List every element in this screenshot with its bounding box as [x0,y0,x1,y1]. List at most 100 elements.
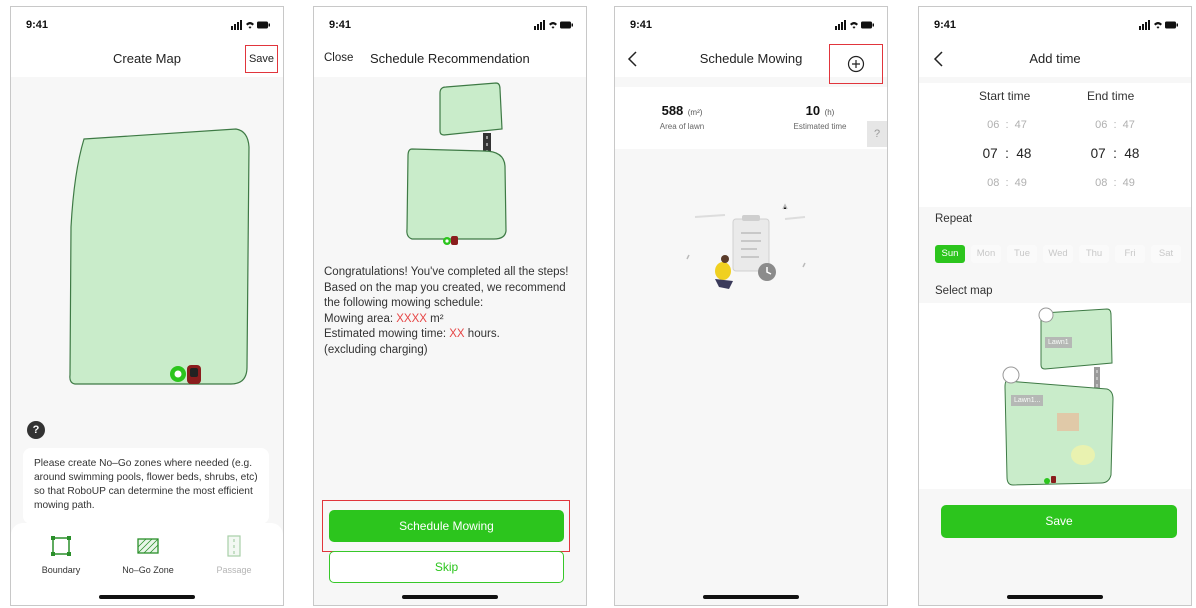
lawn-boundary [69,128,250,385]
tool-no-go-zone[interactable]: No–Go Zone [108,535,188,575]
lawn-map-canvas[interactable] [11,77,284,397]
start-time-label: Start time [979,89,1031,103]
status-time: 9:41 [329,19,352,31]
time-separator: : [1005,146,1009,161]
signal-wifi-battery-icon [835,20,874,30]
start-minute-selected: 48 [1016,146,1032,161]
day-sun[interactable]: Sun [935,245,965,263]
mowing-area-value: XXXX [396,312,427,325]
area-label: Area of lawn [659,122,705,131]
status-time: 9:41 [26,19,49,31]
lawn1-select-icon [1038,307,1054,323]
save-button[interactable]: Save [245,45,278,73]
time-separator: : [1113,119,1117,131]
empty-schedule-illustration [686,203,806,289]
tool-boundary-label: Boundary [41,565,81,575]
home-indicator [99,595,195,599]
status-bar: 9:41 [919,7,1191,41]
selectable-map[interactable] [979,303,1129,489]
tool-passage[interactable]: Passage [194,535,274,575]
stat-time: 10 (h) Estimated time [765,102,875,131]
hint-text: Please create No–Go zones where needed (… [34,458,258,511]
mowing-time-value: XX [449,328,465,340]
map-selector[interactable]: Lawn1 Lawn1... [919,303,1191,489]
mowing-area-label: Mowing area: [324,312,397,325]
map-tool-bar: Boundary No–Go Zone Passage [11,523,283,605]
area-unit: (m²) [687,108,703,117]
end-hour-selected: 07 [1090,146,1106,161]
end-minute-selected: 48 [1124,146,1140,161]
status-bar: 9:41 [11,7,283,41]
mowing-time-label: Estimated mowing time: [324,328,450,340]
time-separator: : [1113,146,1117,161]
status-time: 9:41 [934,19,957,31]
start-hour-next: 08 [987,177,1000,189]
start-minute-next: 49 [1014,177,1027,189]
page-title: Create Map [113,51,181,66]
lawn-label-2: Lawn1... [1011,395,1044,406]
day-sat[interactable]: Sat [1151,245,1181,263]
end-hour-next: 08 [1095,177,1108,189]
time-separator: : [1005,177,1009,189]
robot-location-pin-icon [443,237,451,245]
time-unit: (h) [824,108,835,117]
nav-bar: Schedule Mowing [615,41,887,84]
tool-boundary[interactable]: Boundary [21,535,101,575]
tool-no-go-zone-label: No–Go Zone [122,565,174,575]
end-time-label: End time [1087,89,1135,103]
lawn-label-1: Lawn1 [1045,337,1072,348]
signal-wifi-battery-icon [1139,20,1178,30]
end-row-prev[interactable]: 06 : 47 [1075,119,1155,131]
recommendation-text: Congratulations! You've completed all th… [324,265,578,358]
passage-icon [227,535,241,557]
end-row-selected[interactable]: 07 : 48 [1075,146,1155,161]
mowing-area-unit: m² [426,312,444,325]
end-hour-prev: 06 [1095,119,1108,131]
day-thu[interactable]: Thu [1079,245,1109,263]
boundary-icon [51,536,71,556]
nav-bar: Create Map Save [11,41,283,77]
no-go-zone-hint: Please create No–Go zones where needed (… [23,448,269,524]
home-indicator [703,595,799,599]
schedule-mowing-button[interactable]: Schedule Mowing [329,510,564,542]
end-row-next[interactable]: 08 : 49 [1075,177,1155,189]
help-tab[interactable]: ? [867,121,887,147]
start-hour-selected: 07 [982,146,998,161]
recommended-map [406,82,507,245]
start-hour-prev: 06 [987,119,1000,131]
time-separator: : [1113,177,1117,189]
tool-passage-label: Passage [216,565,252,575]
status-bar: 9:41 [314,7,586,41]
charging-note: (excluding charging) [324,343,428,356]
phone-create-map: 9:41 Create Map Save ? Please create No–… [10,6,284,606]
time-picker[interactable]: Start time End time 06 : 47 07 : 48 08 :… [919,83,1191,207]
page-title: Schedule Recommendation [370,51,530,66]
lawn2-select-icon [1002,366,1020,384]
help-icon[interactable]: ? [27,421,45,439]
start-row-selected[interactable]: 07 : 48 [967,146,1047,161]
day-fri[interactable]: Fri [1115,245,1145,263]
start-row-next[interactable]: 08 : 49 [967,177,1047,189]
add-schedule-button[interactable] [829,44,883,84]
select-map-label: Select map [935,285,993,297]
add-circle-icon [847,55,865,73]
day-wed[interactable]: Wed [1043,245,1073,263]
page-title: Add time [1029,51,1081,66]
nav-bar: Add time [919,41,1191,77]
day-tue[interactable]: Tue [1007,245,1037,263]
robot-location-pin-icon [170,366,186,382]
day-mon[interactable]: Mon [971,245,1001,263]
mowing-time-unit: hours. [464,328,500,340]
phone-add-time: 9:41 Add time Start time End time 06 : 4… [918,6,1192,606]
start-row-prev[interactable]: 06 : 47 [967,119,1047,131]
close-button[interactable]: Close [324,52,353,64]
recommendation-intro: Congratulations! You've completed all th… [324,266,569,309]
signal-wifi-battery-icon [534,20,573,30]
end-minute-prev: 47 [1122,119,1135,131]
phone-schedule-mowing: 9:41 Schedule Mowing 588 (m²) Area of la… [614,6,888,606]
skip-button[interactable]: Skip [329,551,564,583]
no-go-zone-icon [137,538,159,554]
save-button[interactable]: Save [941,505,1177,538]
screenshot-stage: 9:41 Create Map Save ? Please create No–… [0,0,1196,608]
time-separator: : [1005,119,1009,131]
